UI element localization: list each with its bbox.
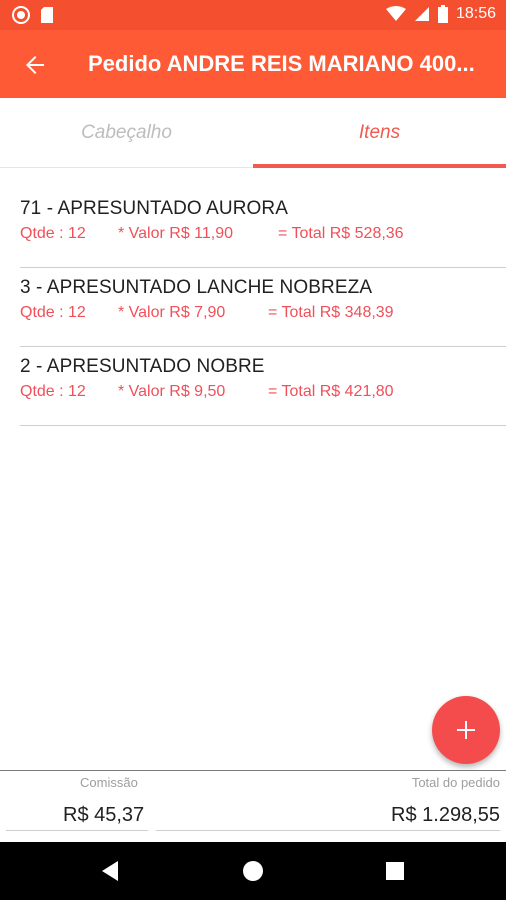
commission-label: Comissão — [80, 775, 138, 790]
tab-itens[interactable]: Itens — [253, 98, 506, 168]
arrow-back-icon — [26, 56, 44, 74]
add-item-button[interactable] — [432, 696, 500, 764]
item-name: 71 - APRESUNTADO AURORA — [20, 198, 289, 219]
item-value: * Valor R$ 11,90 — [118, 225, 234, 242]
home-circle-icon — [243, 861, 263, 881]
item-qty: Qtde : 12 — [20, 225, 86, 242]
item-name: 2 - APRESUNTADO NOBRE — [20, 356, 265, 377]
app-bar: Pedido ANDRE REIS MARIANO 400... — [0, 30, 506, 98]
item-total: = Total R$ 421,80 — [268, 383, 394, 400]
back-triangle-icon — [102, 861, 118, 881]
status-right-icons: 18:56 — [385, 5, 496, 23]
item-name: 3 - APRESUNTADO LANCHE NOBREZA — [20, 277, 373, 298]
sd-card-icon — [41, 7, 53, 23]
tab-bar: Cabeçalho Itens — [0, 98, 506, 168]
commission-underline — [6, 830, 148, 831]
back-button[interactable] — [18, 48, 52, 82]
page-title: Pedido ANDRE REIS MARIANO 400... — [88, 51, 475, 76]
tab-indicator — [253, 164, 506, 168]
nav-back-button[interactable] — [95, 856, 125, 886]
plus-icon — [457, 721, 475, 739]
list-item[interactable]: 3 - APRESUNTADO LANCHE NOBREZA Qtde : 12… — [20, 277, 506, 347]
nav-recents-button[interactable] — [380, 856, 410, 886]
tab-cabecalho[interactable]: Cabeçalho — [0, 98, 253, 168]
wifi-icon — [385, 6, 406, 21]
item-value: * Valor R$ 9,50 — [118, 383, 226, 400]
total-label: Total do pedido — [411, 775, 500, 790]
item-qty: Qtde : 12 — [20, 304, 86, 321]
item-value: * Valor R$ 7,90 — [118, 304, 226, 321]
status-bar: 18:56 — [0, 0, 506, 30]
commission-value: R$ 45,37 — [63, 804, 145, 826]
battery-icon — [437, 5, 448, 23]
item-total: = Total R$ 528,36 — [278, 225, 404, 242]
status-time: 18:56 — [455, 5, 496, 22]
item-total: = Total R$ 348,39 — [268, 304, 394, 321]
system-nav-bar — [0, 842, 506, 900]
record-icon — [12, 6, 30, 24]
signal-icon — [414, 7, 429, 21]
order-summary: Comissão R$ 45,37 Total do pedido R$ 1.2… — [0, 770, 506, 842]
status-left-icons — [12, 6, 54, 24]
list-item[interactable]: 71 - APRESUNTADO AURORA Qtde : 12 * Valo… — [20, 198, 506, 268]
total-value: R$ 1.298,55 — [391, 804, 500, 826]
nav-home-button[interactable] — [238, 856, 268, 886]
list-item[interactable]: 2 - APRESUNTADO NOBRE Qtde : 12 * Valor … — [20, 356, 506, 426]
item-qty: Qtde : 12 — [20, 383, 86, 400]
total-underline — [156, 830, 500, 831]
recents-square-icon — [386, 862, 404, 880]
